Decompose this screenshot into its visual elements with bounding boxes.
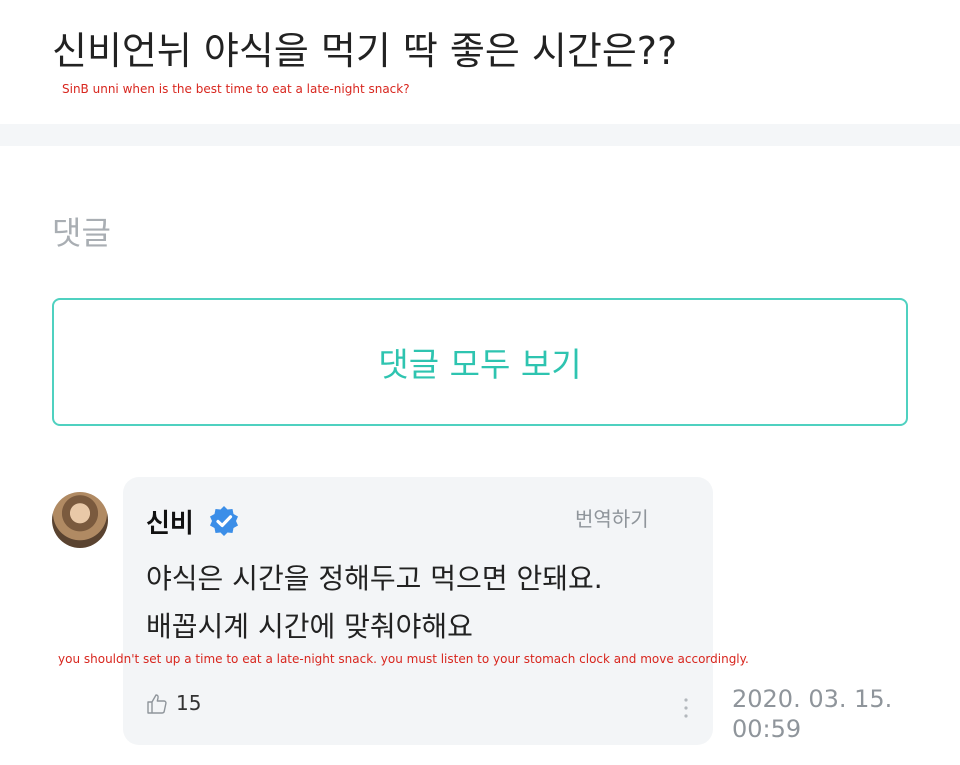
- like-count: 15: [176, 691, 202, 715]
- post-title: 신비언뉘 야식을 먹기 딱 좋은 시간은??: [52, 29, 678, 73]
- title-translation-annotation: SinB unni when is the best time to eat a…: [62, 82, 410, 96]
- verified-check-icon: [210, 506, 238, 536]
- section-divider: [0, 124, 960, 146]
- comment-time: 00:59: [732, 715, 802, 743]
- avatar[interactable]: [52, 492, 108, 548]
- view-all-comments-button[interactable]: 댓글 모두 보기: [52, 298, 908, 426]
- comment-author-name[interactable]: 신비: [146, 503, 194, 540]
- more-vertical-icon[interactable]: [678, 695, 694, 721]
- comments-heading: 댓글: [52, 214, 111, 252]
- comment-translation-annotation: you shouldn't set up a time to eat a lat…: [58, 652, 749, 666]
- comment-text: 야식은 시간을 정해두고 먹으면 안돼요. 배꼽시계 시간에 맞춰야해요: [146, 555, 706, 651]
- comment-date: 2020. 03. 15.: [732, 685, 893, 713]
- translate-link[interactable]: 번역하기: [575, 503, 649, 532]
- comment-text-line-1: 야식은 시간을 정해두고 먹으면 안돼요.: [146, 562, 603, 595]
- thumbs-up-icon[interactable]: [145, 692, 169, 716]
- page: 신비언뉘 야식을 먹기 딱 좋은 시간은?? SinB unni when is…: [0, 0, 960, 765]
- comment-timestamp: 2020. 03. 15. 00:59: [732, 684, 932, 744]
- comment-text-line-2: 배꼽시계 시간에 맞춰야해요: [146, 610, 473, 643]
